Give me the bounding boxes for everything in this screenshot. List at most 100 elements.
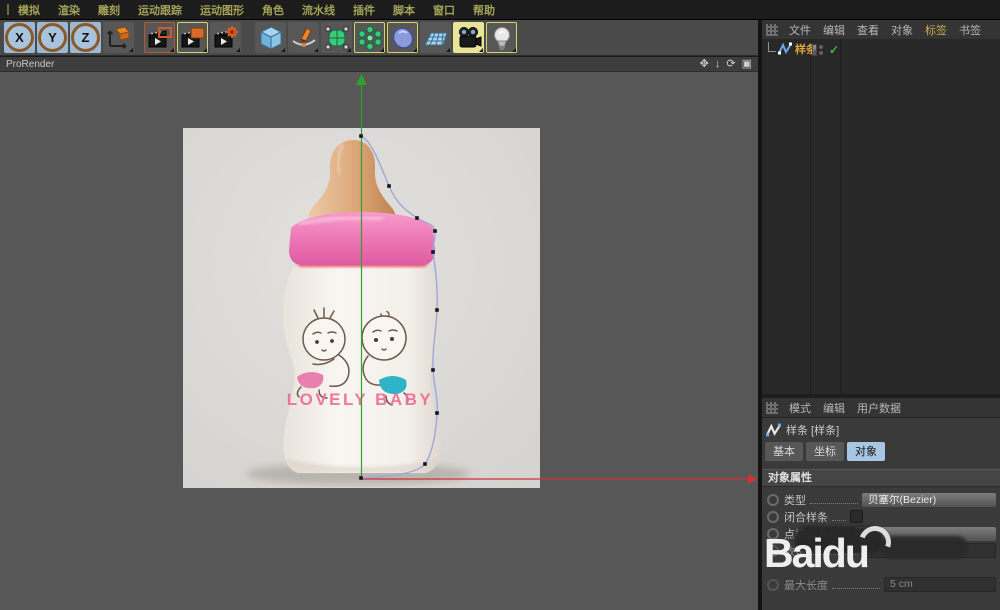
om-menu-bookmarks[interactable]: 书签 [953,22,987,38]
render-picture-viewer-icon [180,25,206,51]
array-generator-button[interactable] [354,22,385,53]
viewport-renderer-label: ProRender [6,59,54,70]
menu-sculpt[interactable]: 雕刻 [89,2,129,18]
panel-grip-icon[interactable] [766,402,778,414]
reference-image-baby-bottle: LOVELY BABY [183,128,540,488]
lock-y-axis-button[interactable]: Y [37,22,68,53]
am-menu-edit[interactable]: 编辑 [817,400,851,416]
om-menu-view[interactable]: 查看 [851,22,885,38]
object-manager-tree[interactable]: 样条 ✓ [762,39,1000,394]
menu-motion-tracking[interactable]: 运动跟踪 [129,2,191,18]
x-axis-icon: X [5,23,34,52]
menu-character[interactable]: 角色 [253,2,293,18]
x-axis-arrow-icon [748,474,757,484]
object-manager-menubar: 文件 编辑 查看 对象 标签 书签 [762,20,1000,40]
cinema4d-window: 模拟 渲染 雕刻 运动跟踪 运动图形 角色 流水线 插件 脚本 窗口 帮助 X … [0,0,1000,610]
attr-row-max-length: 最大长度 5 cm [765,576,996,593]
array-icon [357,25,383,51]
object-row-spline[interactable]: 样条 ✓ [762,40,1000,58]
enabled-check-icon[interactable]: ✓ [829,43,839,57]
floor-button[interactable] [420,22,451,53]
floor-icon [423,25,449,51]
workplane-mode-button[interactable] [103,22,134,53]
menu-plugins[interactable]: 插件 [344,2,384,18]
om-menu-edit[interactable]: 编辑 [817,22,851,38]
viewport-header: ProRender ✥ ↓ ⟳ ▣ [0,57,758,72]
y-axis-arrow-icon [356,74,367,85]
attribute-object-title-label: 样条 [样条] [786,422,839,438]
om-menu-object[interactable]: 对象 [885,22,919,38]
cube-icon [258,25,284,51]
viewport-maximize-icon[interactable]: ▣ [742,59,752,70]
clipped-menu-item [1,4,9,15]
camera-button[interactable] [453,22,484,53]
attribute-object-title: 样条 [样条] [762,418,1000,440]
tab-object[interactable]: 对象 [847,442,885,461]
subdivision-surface-icon [324,25,350,51]
menu-script[interactable]: 脚本 [384,2,424,18]
dotted-leader [810,495,858,504]
type-dropdown[interactable]: 贝塞尔(Bezier) [862,493,996,507]
max-length-field[interactable]: 5 cm [884,577,996,592]
spline-pen-button[interactable] [288,22,319,53]
dotted-leader [832,512,846,521]
y-axis-icon: Y [38,23,67,52]
render-view-button[interactable] [144,22,175,53]
camera-icon [456,25,482,51]
menu-help[interactable]: 帮助 [464,2,504,18]
subdivision-surface-button[interactable] [321,22,352,53]
attribute-manager-menubar: 模式 编辑 用户数据 [762,398,1000,418]
visibility-dots-icon[interactable] [819,45,823,55]
spline-object-icon [778,42,792,56]
metaball-button[interactable] [387,22,418,53]
viewport-canvas[interactable]: LOVELY BABY [0,73,758,610]
render-settings-icon [213,25,239,51]
watermark-blob [880,536,968,559]
light-button[interactable] [486,22,517,53]
main-toolbar: X Y Z [0,20,758,56]
tab-coordinates[interactable]: 坐标 [806,442,844,461]
render-to-picture-viewer-button[interactable] [177,22,208,53]
render-view-icon [147,25,173,51]
lock-x-axis-button[interactable]: X [4,22,35,53]
tree-elbow-icon [768,42,776,52]
attr-label: 闭合样条 [784,509,828,525]
panel-grip-icon[interactable] [766,24,778,36]
tab-basic[interactable]: 基本 [765,442,803,461]
viewport-dolly-icon[interactable]: ↓ [715,59,721,70]
om-menu-file[interactable]: 文件 [783,22,817,38]
watermark-text: Baidu [764,530,868,577]
lock-z-axis-button[interactable]: Z [70,22,101,53]
viewport-rotate-icon[interactable]: ⟳ [726,59,735,70]
layer-toggle-icon[interactable] [812,44,817,56]
viewport-panel: ProRender ✥ ↓ ⟳ ▣ [0,57,758,610]
am-menu-mode[interactable]: 模式 [783,400,817,416]
attr-row-type: 类型 贝塞尔(Bezier) [765,491,996,508]
workplane-icon [106,25,132,51]
spline-pen-icon [291,25,317,51]
anim-dot-icon[interactable] [767,579,779,591]
close-spline-checkbox[interactable] [850,510,863,523]
edit-render-settings-button[interactable] [210,22,241,53]
menu-mograph[interactable]: 运动图形 [191,2,253,18]
menu-window[interactable]: 窗口 [424,2,464,18]
om-menu-tags[interactable]: 标签 [919,22,953,38]
attribute-manager: 模式 编辑 用户数据 样条 [样条] 基本 坐标 对象 对象属性 [762,398,1000,610]
menu-pipeline[interactable]: 流水线 [293,2,344,18]
right-panel: 文件 编辑 查看 对象 标签 书签 样条 ✓ [762,20,1000,610]
anim-dot-icon[interactable] [767,511,779,523]
light-icon [489,25,515,51]
am-menu-userdata[interactable]: 用户数据 [851,400,907,416]
main-menubar: 模拟 渲染 雕刻 运动跟踪 运动图形 角色 流水线 插件 脚本 窗口 帮助 [0,0,1000,20]
dotted-leader [832,580,880,589]
z-axis-icon: Z [71,23,100,52]
object-properties-header: 对象属性 [762,469,1000,487]
add-cube-button[interactable] [255,22,286,53]
attr-label: 最大长度 [784,577,828,593]
attribute-tabs: 基本 坐标 对象 [762,440,1000,464]
anim-dot-icon[interactable] [767,494,779,506]
menu-render[interactable]: 渲染 [49,2,89,18]
metaball-icon [390,25,416,51]
menu-simulate[interactable]: 模拟 [9,2,49,18]
viewport-pan-icon[interactable]: ✥ [700,59,709,70]
